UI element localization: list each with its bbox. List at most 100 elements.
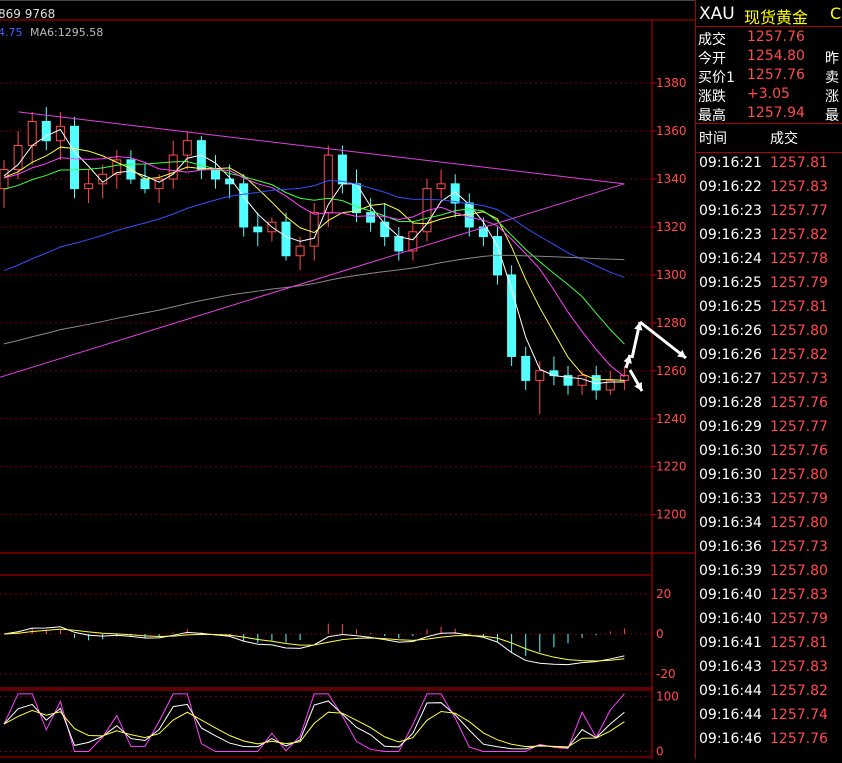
kdj-j-line (3, 693, 625, 753)
tick-price: 1257.76 (770, 395, 828, 411)
ticks-header-time: 时间 (699, 131, 727, 147)
y-tick-label: 1200 (656, 508, 687, 522)
tick-row: 09:16:26 1257.80 (696, 320, 842, 344)
tick-time: 09:16:23 (699, 227, 762, 243)
tick-row: 09:16:24 1257.78 (696, 248, 842, 272)
candle-body (27, 121, 37, 146)
tick-price: 1257.79 (770, 611, 828, 627)
candle-body (211, 168, 220, 180)
tick-time: 09:16:39 (699, 563, 762, 579)
tick-row: 09:16:30 1257.76 (696, 440, 842, 464)
candle-body (239, 183, 249, 228)
candle-body (126, 159, 136, 180)
tick-time: 09:16:46 (699, 731, 762, 747)
tick-row: 09:16:21 1257.81 (696, 152, 842, 176)
quote-value: +3.05 (747, 86, 790, 102)
y-tick-label: 100 (656, 690, 679, 704)
tick-price: 1257.83 (770, 659, 828, 675)
tick-price: 1257.80 (770, 467, 828, 483)
ticks-header-price: 成交 (770, 131, 798, 147)
tick-time: 09:16:27 (699, 371, 762, 387)
tick-row: 09:16:40 1257.79 (696, 608, 842, 632)
tick-row: 09:16:43 1257.83 (696, 656, 842, 680)
tick-time: 09:16:24 (699, 251, 762, 267)
tick-list[interactable]: 09:16:21 1257.81 09:16:22 1257.83 09:16:23 12… (696, 152, 842, 752)
tick-time: 09:16:25 (699, 275, 762, 291)
quote-value: 1257.76 (747, 29, 805, 45)
ticks-header: 时间 成交 (696, 123, 842, 152)
candle-body (366, 212, 376, 223)
tick-row: 09:16:22 1257.83 (696, 176, 842, 200)
quote-value: 1257.94 (747, 105, 805, 121)
candle-body (507, 274, 517, 357)
tick-time: 09:16:34 (699, 515, 762, 531)
tick-price: 1257.80 (770, 563, 828, 579)
quote-label: 买价1 (698, 70, 735, 86)
tick-time: 09:16:36 (699, 539, 762, 555)
quote-label-secondary: 昨 (825, 51, 839, 67)
y-tick-label: 0 (656, 745, 664, 759)
ma-line (3, 156, 625, 378)
tick-price: 1257.76 (770, 731, 828, 747)
tick-row: 09:16:44 1257.74 (696, 704, 842, 728)
tick-row: 09:16:29 1257.77 (696, 416, 842, 440)
legend-text: 4.75 (0, 26, 23, 39)
tick-row: 09:16:30 1257.80 (696, 464, 842, 488)
y-tick-label: 1340 (656, 172, 687, 186)
legend-text: MA6:1295.58 (30, 26, 103, 39)
quote-panel: XAU 现货黄金 C 成交 1257.76 今开 1254.80 昨买价1 1257.76… (695, 0, 842, 759)
candle-body (577, 375, 587, 386)
quote-label: 最高 (698, 108, 726, 124)
y-tick-label: 0 (656, 627, 664, 641)
tick-row: 09:16:41 1257.81 (696, 632, 842, 656)
tick-price: 1257.77 (770, 203, 828, 219)
tick-time: 09:16:29 (699, 419, 762, 435)
candle-body (182, 140, 192, 156)
tick-price: 1257.83 (770, 587, 828, 603)
y-tick-label: 1320 (656, 220, 687, 234)
chart-area[interactable]: 1200 1220 1240 1260 1280 1300 1320 1340 1360 1380… (0, 0, 695, 759)
tick-row: 09:16:44 1257.82 (696, 680, 842, 704)
candle-body (0, 168, 9, 190)
tick-row: 09:16:25 1257.81 (696, 296, 842, 320)
candle-body (309, 212, 319, 247)
tick-time: 09:16:30 (699, 443, 762, 459)
ma-line (3, 146, 625, 381)
tick-row: 09:16:40 1257.83 (696, 584, 842, 608)
tick-price: 1257.81 (770, 635, 828, 651)
ma-line (3, 254, 625, 345)
tick-row: 09:16:28 1257.76 (696, 392, 842, 416)
y-tick-label: 1220 (656, 460, 687, 474)
y-tick-label: 1240 (656, 412, 687, 426)
tick-price: 1257.78 (770, 251, 828, 267)
tick-time: 09:16:40 (699, 587, 762, 603)
quote-label: 今开 (698, 51, 726, 67)
quote-value: 1257.76 (747, 67, 805, 83)
tick-price: 1257.83 (770, 179, 828, 195)
candle-body (549, 370, 559, 377)
tick-row: 09:16:36 1257.73 (696, 536, 842, 560)
tick-price: 1257.81 (770, 155, 828, 171)
candle-body (521, 355, 531, 381)
symbol-code: XAU (699, 4, 735, 24)
quote-value: 1254.80 (747, 48, 805, 64)
quote-label-secondary: 最 (825, 108, 839, 124)
candle-body (253, 226, 263, 233)
tick-price: 1257.82 (770, 683, 828, 699)
kdj-k-line (3, 700, 625, 750)
tick-price: 1257.80 (770, 323, 828, 339)
tick-time: 09:16:43 (699, 659, 762, 675)
symbol-name: 现货黄金 (744, 8, 809, 27)
y-tick-label: 1260 (656, 364, 687, 378)
trendline (18, 111, 625, 185)
y-tick-label: 1280 (656, 316, 687, 330)
candle-body (140, 178, 150, 190)
chart-svg[interactable]: 1200 1220 1240 1260 1280 1300 1320 1340 1360 1380… (0, 0, 695, 759)
tick-time: 09:16:30 (699, 467, 762, 483)
candle-body (337, 154, 347, 185)
tick-price: 1257.82 (770, 347, 828, 363)
tick-time: 09:16:26 (699, 323, 762, 339)
tick-price: 1257.76 (770, 443, 828, 459)
candle-body (281, 221, 291, 257)
tick-time: 09:16:41 (699, 635, 762, 651)
